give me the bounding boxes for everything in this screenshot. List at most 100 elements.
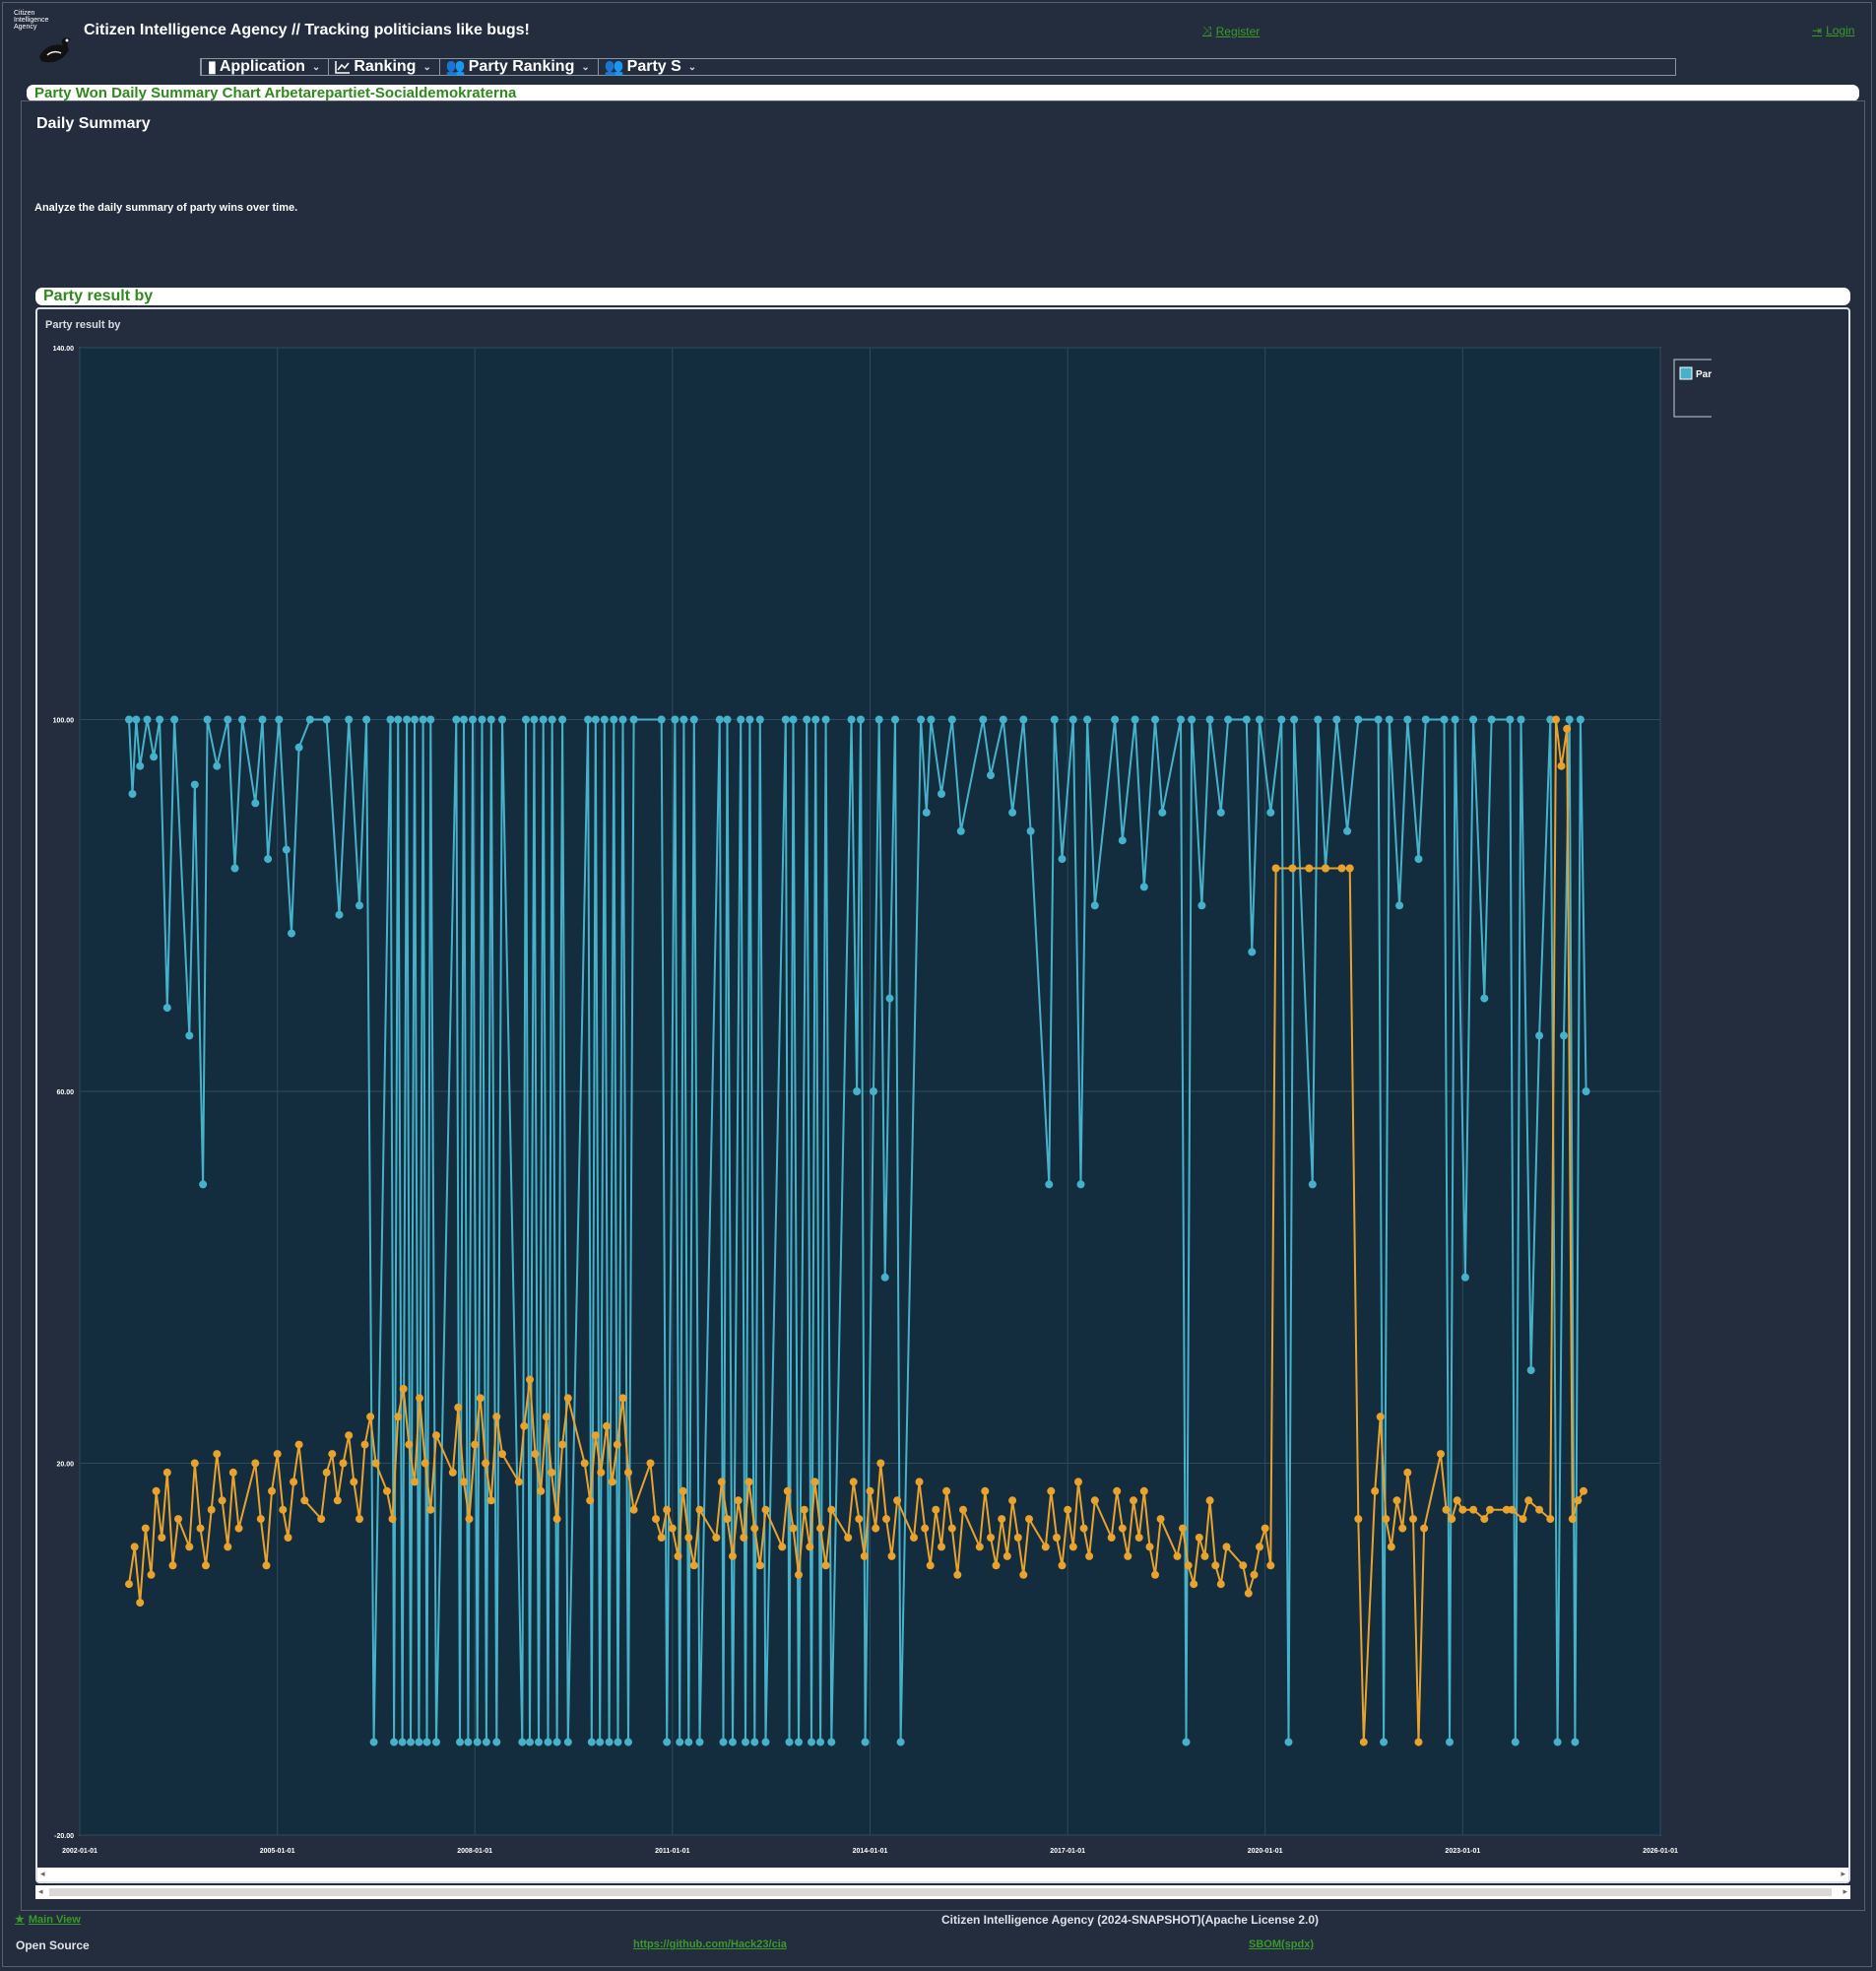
party-absent-point [1524,1496,1533,1505]
party-won-point [492,1738,501,1746]
party-absent-point [1261,1524,1269,1533]
party-won-point [460,715,468,724]
party-absent-point [1124,1551,1132,1560]
party-absent-point [1179,1524,1187,1533]
party-won-point [1158,808,1167,817]
section-description: Analyze the daily summary of party wins … [34,202,298,214]
agency-logo[interactable]: Citizen Intelligence Agency [14,10,77,69]
chart-scrollbar[interactable]: ◂ ▸ [37,1868,1848,1881]
login-link[interactable]: ⇥ Login [1812,24,1854,37]
party-won-point [419,715,427,724]
party-absent-point [1090,1496,1099,1505]
party-absent-point [608,1478,616,1486]
menu-ranking[interactable]: Ranking ⌄ [328,58,439,75]
party-won-point [1460,1273,1469,1281]
party-absent-point [1486,1505,1494,1514]
party-absent-point [328,1450,337,1459]
party-absent-point [729,1551,737,1560]
party-absent-point [162,1468,171,1477]
party-absent-point [492,1413,501,1421]
party-absent-point [938,1543,945,1551]
party-won-point [853,1087,862,1095]
party-absent-point [224,1543,232,1551]
party-won-point [125,715,133,724]
party-absent-point [1019,1570,1028,1579]
party-absent-point [860,1551,869,1560]
party-won-point [473,1738,482,1746]
party-won-point [1380,1738,1389,1746]
scroll-left-icon[interactable]: ◂ [40,1869,45,1879]
party-absent-point [1200,1551,1209,1560]
party-absent-point [1107,1534,1116,1542]
party-won-point [689,715,698,724]
party-absent-point [1222,1543,1231,1551]
party-won-point [715,715,724,724]
scroll-left-icon[interactable]: ◂ [38,1886,43,1897]
party-won-point [695,1738,704,1746]
party-absent-point [740,1534,748,1542]
party-absent-point [563,1394,572,1403]
party-absent-point [603,1421,611,1430]
party-absent-point [256,1515,265,1524]
party-won-point [1045,1180,1054,1189]
party-absent-point [383,1486,391,1495]
x-tick-label: 2005-01-01 [260,1848,295,1855]
party-absent-point [1546,1515,1555,1524]
main-menubar: ▮ Application ⌄ Ranking ⌄ 👥 Party Rankin… [200,58,1676,76]
page-scrollbar[interactable]: ◂ ▸ [35,1885,1850,1899]
party-absent-point [629,1505,638,1514]
open-source-label: Open Source [16,1938,90,1952]
sbom-link[interactable]: SBOM(spdx) [1249,1938,1314,1950]
menu-application[interactable]: ▮ Application ⌄ [201,58,328,76]
party-won-point [1139,883,1148,891]
scrollbar-thumb[interactable] [49,1888,1832,1896]
scroll-right-icon[interactable]: ▸ [1843,1886,1847,1897]
scroll-right-icon[interactable]: ▸ [1841,1869,1845,1879]
party-won-point [1451,715,1459,724]
party-won-point [1019,715,1028,724]
party-won-point [386,715,395,724]
party-won-point [1314,715,1323,724]
party-absent-point [657,1534,666,1542]
github-link[interactable]: https://github.com/Hack23/cia [633,1938,787,1950]
menu-party-s[interactable]: 👥 Party S ⌄ [597,58,704,76]
main-view-link[interactable]: ★ Main View [15,1913,81,1927]
party-won-point [1131,715,1139,724]
party-won-point [203,715,212,724]
party-won-point [671,715,679,724]
party-won-point [394,715,403,724]
party-absent-point [399,1385,408,1393]
app-title: Citizen Intelligence Agency // Tracking … [84,22,530,38]
party-absent-point [1371,1486,1380,1495]
party-won-point [539,715,548,724]
party-absent-point [872,1524,880,1533]
party-absent-point [827,1505,836,1514]
menu-party-ranking[interactable]: 👥 Party Ranking ⌄ [438,58,598,76]
party-absent-point [1345,864,1354,873]
party-absent-point [915,1478,924,1486]
party-absent-point [476,1394,485,1403]
party-absent-point [136,1599,145,1608]
party-absent-point [1195,1534,1203,1542]
login-icon: ⇥ [1812,24,1823,37]
party-absent-point [712,1534,721,1542]
party-won-point [922,808,931,817]
party-absent-point [207,1505,216,1514]
party-won-point [1374,715,1383,724]
party-won-point [795,1738,803,1746]
party-absent-point [388,1515,397,1524]
register-link[interactable]: ⤨ Register [1202,24,1260,38]
chevron-down-icon: ⌄ [311,61,321,73]
party-absent-point [1359,1738,1368,1746]
party-won-point [369,1738,378,1746]
party-absent-point [405,1440,414,1449]
party-absent-point [196,1524,205,1533]
party-absent-point [526,1375,534,1384]
party-won-point [1118,836,1127,845]
party-absent-point [926,1561,935,1570]
party-won-point [750,1738,759,1746]
party-won-point [422,1738,431,1746]
party-absent-point [1058,1561,1067,1570]
party-absent-point [202,1561,210,1570]
party-won-point [1188,715,1197,724]
